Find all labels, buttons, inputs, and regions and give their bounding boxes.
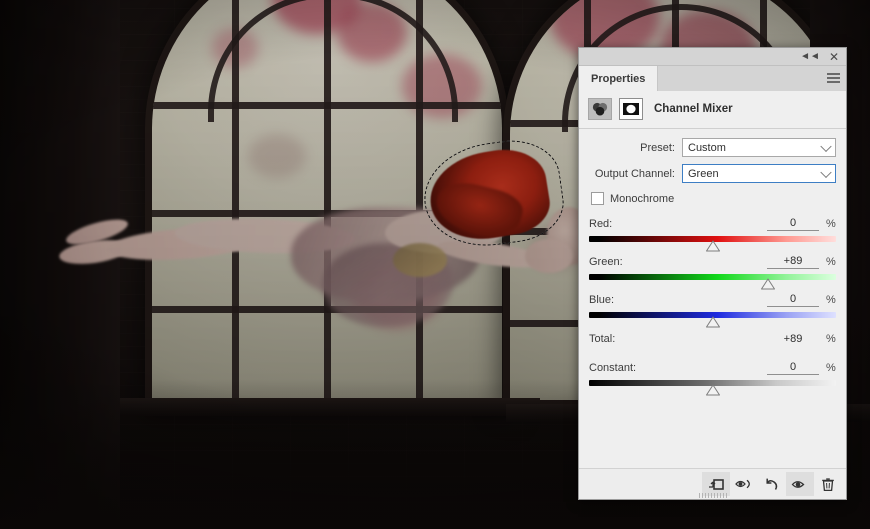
total-unit: % [826,333,836,345]
slider-constant-unit: % [826,362,836,374]
slider-green-unit: % [826,256,836,268]
total-row: Total: +89 % [589,331,836,347]
slider-blue-track[interactable] [589,312,836,328]
slider-constant-track[interactable] [589,380,836,396]
panel-body: Preset: Custom Output Channel: Green Mon… [579,129,846,468]
slider-red-label: Red: [589,218,613,230]
preset-label: Preset: [640,141,675,154]
layer-mask-thumbnail-icon[interactable] [619,98,643,120]
slider-blue-thumb[interactable] [705,316,720,328]
slider-red-header: Red: 0 % [589,216,836,232]
output-channel-dropdown[interactable]: Green [682,164,836,183]
panel-titlebar: ◄◄ ✕ [579,48,846,66]
slider-red-track[interactable] [589,236,836,252]
panel-menu-icon[interactable] [827,73,840,84]
chevron-down-icon [820,140,832,152]
total-value: +89 [783,332,803,345]
collapse-panel-icon[interactable]: ◄◄ [800,51,820,62]
slider-green-track[interactable] [589,274,836,290]
adjustment-title: Channel Mixer [654,103,733,115]
tab-properties[interactable]: Properties [579,66,659,91]
slider-blue-unit: % [826,294,836,306]
slider-green-value-group: +89 % [767,255,836,269]
slider-green-header: Green: +89 % [589,254,836,270]
toggle-previous-state-button[interactable] [730,472,758,496]
slider-constant-thumb[interactable] [705,384,720,396]
monochrome-checkbox[interactable] [591,192,604,205]
slider-green-value[interactable]: +89 [767,255,819,269]
delete-adjustment-button[interactable] [814,472,842,496]
adjustment-header: Channel Mixer [579,91,846,129]
properties-panel[interactable]: ◄◄ ✕ Properties Channel Mixer Preset: Cu… [578,47,847,500]
slider-constant-label: Constant: [589,362,637,374]
tab-row-filler [658,66,827,91]
monochrome-label: Monochrome [610,192,675,205]
toggle-visibility-button[interactable] [786,472,814,496]
slider-constant: Constant: 0 % [589,360,836,396]
chevron-down-icon [820,166,832,178]
slider-red-thumb[interactable] [705,240,720,252]
slider-blue-header: Blue: 0 % [589,292,836,308]
slider-blue-value[interactable]: 0 [767,293,819,307]
preset-row: Preset: Custom [589,138,836,157]
preset-value: Custom [688,141,726,154]
total-value-group: +89 % [767,333,836,346]
slider-red-value-group: 0 % [767,217,836,231]
preset-dropdown[interactable]: Custom [682,138,836,157]
slider-blue-label: Blue: [589,294,615,306]
slider-green: Green: +89 % [589,254,836,290]
slider-green-label: Green: [589,256,623,268]
channel-mixer-icon[interactable] [588,98,612,120]
slider-red: Red: 0 % [589,216,836,252]
slider-blue: Blue: 0 % [589,292,836,328]
tab-properties-label: Properties [591,72,646,85]
slider-constant-value-group: 0 % [767,361,836,375]
slider-constant-value[interactable]: 0 [767,361,819,375]
slider-green-thumb[interactable] [760,278,775,290]
panel-resize-grip[interactable] [698,493,727,498]
slider-constant-header: Constant: 0 % [589,360,836,376]
output-channel-value: Green [688,167,719,180]
monochrome-row[interactable]: Monochrome [591,192,836,205]
output-channel-label: Output Channel: [594,167,675,180]
close-panel-icon[interactable]: ✕ [829,51,839,63]
total-label: Total: [589,333,616,345]
reset-adjustment-button[interactable] [758,472,786,496]
slider-red-value[interactable]: 0 [767,217,819,231]
panel-tab-row: Properties [579,66,846,91]
slider-red-unit: % [826,218,836,230]
slider-blue-value-group: 0 % [767,293,836,307]
output-channel-row: Output Channel: Green [589,164,836,183]
